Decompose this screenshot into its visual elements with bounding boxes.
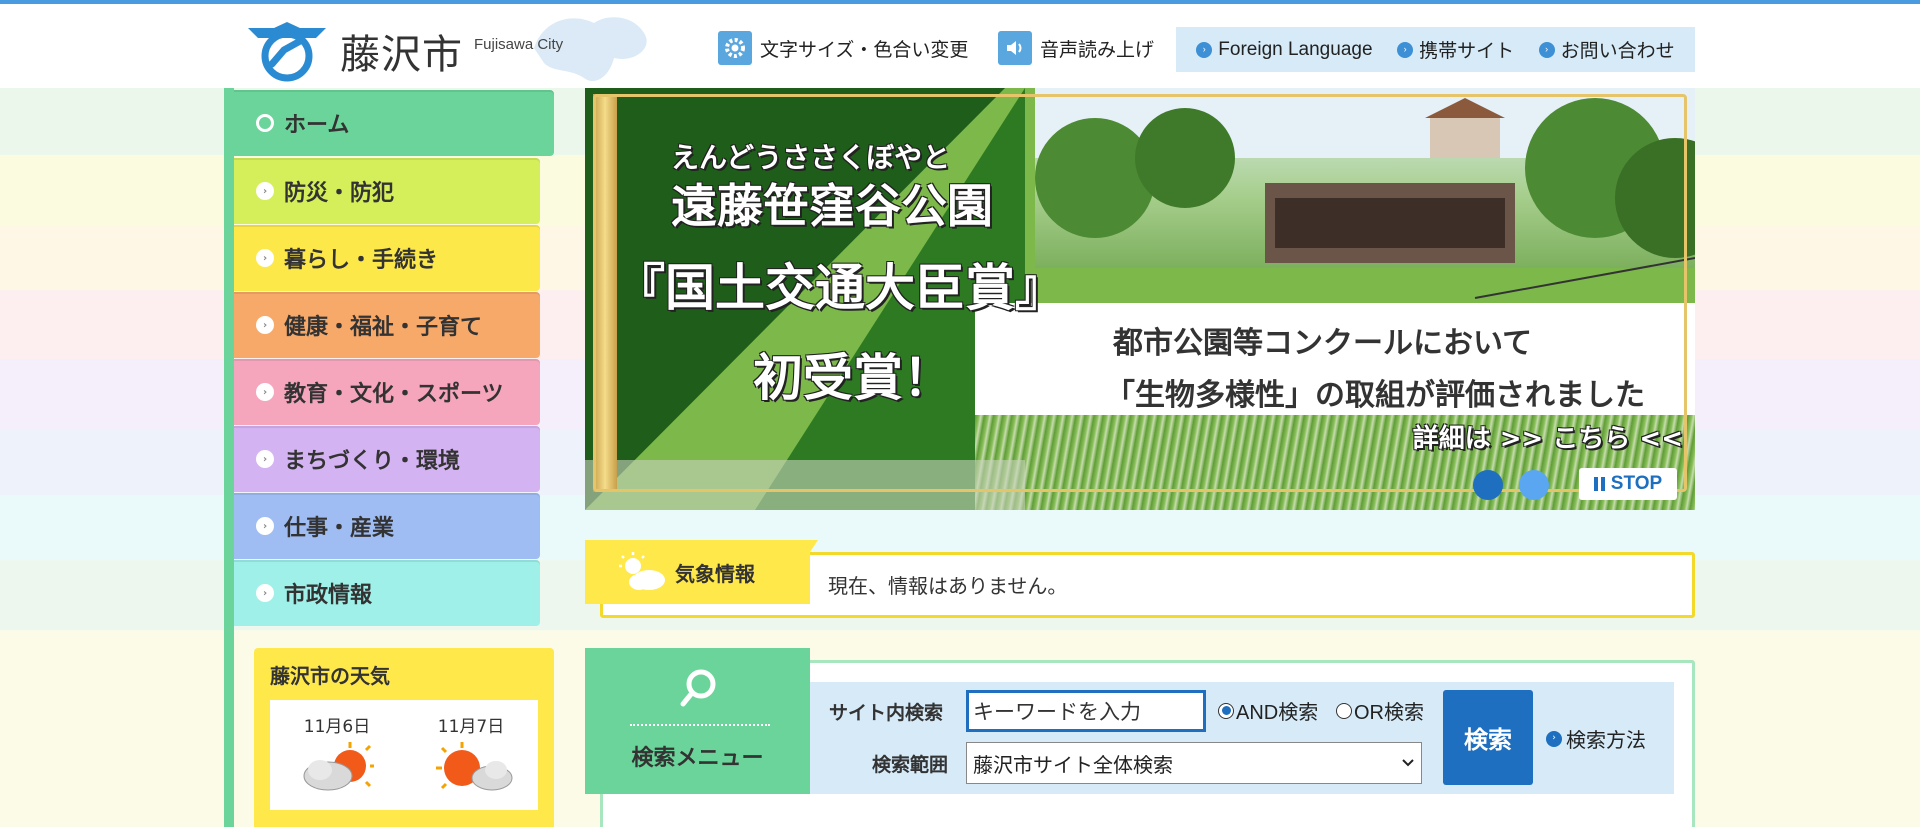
speaker-icon [998, 31, 1032, 65]
search-icon [680, 669, 716, 707]
voice-readout-button[interactable]: 音声読み上げ [998, 30, 1154, 66]
arrow-circle-icon: › [256, 249, 274, 267]
nav-item-town[interactable]: › まちづくり・環境 [234, 426, 540, 492]
logo-title: 藤沢市 [340, 32, 463, 78]
weather-date: 11月7日 [437, 717, 505, 737]
radio-or-search[interactable]: OR検索 [1336, 696, 1424, 725]
gear-icon [718, 31, 752, 65]
nav-item-health[interactable]: › 健康・福祉・子育て [234, 292, 540, 358]
weather-title: 藤沢市の天気 [270, 664, 390, 688]
foreign-language-link[interactable]: › Foreign Language [1196, 39, 1373, 61]
search-scope-label: 検索範囲 [872, 754, 949, 776]
text-size-color-label: 文字サイズ・色合い変更 [760, 38, 969, 61]
chevron-down-icon [1402, 759, 1414, 767]
weather-day-card: 11月7日 [404, 700, 538, 810]
arrow-circle-icon: › [256, 584, 274, 602]
slideshow-stop-button[interactable]: STOP [1579, 468, 1677, 500]
hero-detail-link[interactable]: 詳細は >> こちら << [1413, 418, 1683, 455]
cloud-sun-icon [619, 552, 665, 590]
site-search-label: サイト内検索 [829, 702, 944, 724]
search-button[interactable]: 検索 [1443, 690, 1533, 785]
radio-button[interactable] [1336, 702, 1352, 719]
contact-link[interactable]: › お問い合わせ [1538, 36, 1675, 63]
hero-award: 『国土交通大臣賞』 [615, 258, 1065, 317]
weather-widget: 藤沢市の天気 11月6日 11月7日 [254, 648, 554, 827]
sun-cloud-icon [436, 742, 513, 791]
weather-info-tab: 気象情報 [585, 540, 818, 604]
arrow-circle-icon: › [1538, 41, 1555, 58]
cloud-sun-icon [303, 742, 374, 791]
nav-item-home[interactable]: ホーム [234, 90, 554, 156]
arrow-circle-icon: › [256, 383, 274, 401]
hero-caption-1: 都市公園等コンクールにおいて [1113, 326, 1533, 361]
pause-icon [1593, 477, 1605, 491]
header-links: › Foreign Language › 携帯サイト › お問い合わせ [1176, 27, 1695, 72]
arrow-circle-icon: › [256, 517, 274, 535]
hero-banner[interactable]: えんどうささくぼやと 遠藤笹窪谷公園 『国土交通大臣賞』 初受賞！ 都市公園等コ… [585, 88, 1695, 510]
hero-park-name: 遠藤笹窪谷公園 [671, 179, 993, 233]
text-size-color-button[interactable]: 文字サイズ・色合い変更 [718, 30, 968, 66]
nav-item-disaster[interactable]: › 防災・防犯 [234, 158, 540, 224]
voice-readout-label: 音声読み上げ [1040, 38, 1155, 61]
arrow-circle-icon: › [1546, 730, 1562, 747]
radio-and-search[interactable]: AND検索 [1218, 696, 1318, 725]
site-header: 藤沢市 Fujisawa City 文字サイズ・色合い変更 音声読み上げ › F… [0, 4, 1920, 88]
hero-gold-bar [593, 94, 617, 492]
wave-divider [630, 720, 770, 726]
logo-subtitle: Fujisawa City [474, 36, 564, 53]
search-menu-label: 検索メニュー [631, 746, 764, 771]
weather-info-label: 気象情報 [675, 561, 755, 586]
slide-dot-1[interactable] [1473, 470, 1503, 500]
mobile-site-link[interactable]: › 携帯サイト [1397, 36, 1514, 63]
nav-item-city[interactable]: › 市政情報 [234, 560, 540, 626]
nav-rail [224, 88, 234, 827]
circle-icon [256, 114, 274, 132]
hero-first-award: 初受賞！ [753, 348, 953, 407]
search-input[interactable] [966, 690, 1206, 732]
arrow-circle-icon: › [256, 450, 274, 468]
hero-bottom-band [585, 460, 1025, 510]
radio-button[interactable] [1218, 702, 1234, 719]
search-scope-select[interactable]: 藤沢市サイト全体検索 [966, 742, 1422, 784]
search-menu-tab: 検索メニュー [585, 648, 810, 794]
arrow-circle-icon: › [1397, 41, 1414, 58]
arrow-circle-icon: › [256, 316, 274, 334]
nav-item-living[interactable]: › 暮らし・手続き [234, 225, 540, 291]
site-logo[interactable]: 藤沢市 Fujisawa City [244, 17, 664, 82]
nav-item-work[interactable]: › 仕事・産業 [234, 493, 540, 559]
arrow-circle-icon: › [256, 182, 274, 200]
slide-dot-2[interactable] [1519, 470, 1549, 500]
nav-item-education[interactable]: › 教育・文化・スポーツ [234, 359, 540, 425]
weather-date: 11月6日 [303, 717, 371, 737]
search-howto-link[interactable]: › 検索方法 [1546, 724, 1646, 753]
weather-info-message: 現在、情報はありません。 [828, 574, 1068, 598]
hero-caption-2: 「生物多様性」の取組が評価されました [1105, 378, 1645, 413]
arrow-circle-icon: › [1196, 41, 1213, 58]
city-emblem-icon [248, 22, 326, 82]
weather-day-card: 11月6日 [270, 700, 404, 810]
